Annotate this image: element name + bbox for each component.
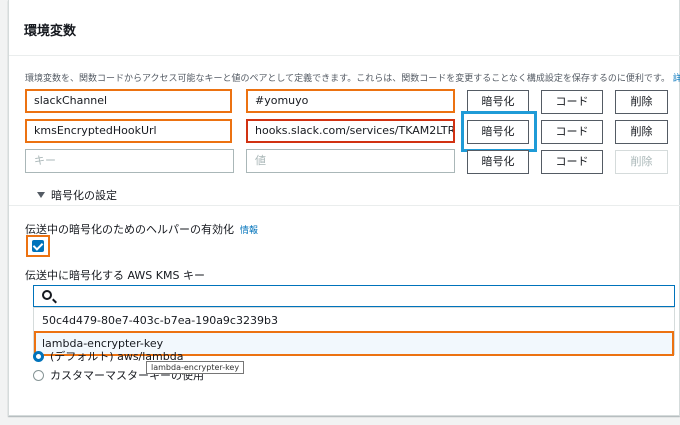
title-divider bbox=[9, 55, 680, 56]
helper-label: 伝送中の暗号化のためのヘルパーの有効化 情報 bbox=[25, 221, 258, 237]
helper-checkbox[interactable] bbox=[32, 240, 44, 252]
encrypt-button-new[interactable]: 暗号化 bbox=[467, 150, 529, 174]
caret-down-icon bbox=[37, 192, 45, 198]
info-link[interactable]: 情報 bbox=[240, 226, 258, 236]
description-text: 環境変数を、関数コードからアクセス可能なキーと値のペアとして定義できます。これら… bbox=[25, 74, 671, 84]
encrypt-button-2[interactable]: 暗号化 bbox=[467, 120, 529, 144]
env-key-field-2[interactable]: kmsEncryptedHookUrl bbox=[25, 119, 232, 143]
search-icon bbox=[42, 290, 52, 300]
helper-checkbox-highlight bbox=[26, 235, 50, 257]
description: 環境変数を、関数コードからアクセス可能なキーと値のペアとして定義できます。これら… bbox=[25, 71, 680, 84]
code-button-2[interactable]: コード bbox=[541, 120, 603, 144]
description-link[interactable]: 詳細 bbox=[673, 74, 680, 84]
environment-variables-panel: 環境変数 環境変数を、関数コードからアクセス可能なキーと値のペアとして定義できま… bbox=[8, 0, 680, 416]
delete-button-2[interactable]: 削除 bbox=[615, 120, 668, 144]
radio-custom-icon bbox=[33, 370, 44, 381]
env-key-field-1[interactable]: slackChannel bbox=[25, 89, 232, 113]
code-button-new[interactable]: コード bbox=[541, 150, 603, 174]
env-value-field-new[interactable]: 値 bbox=[246, 149, 455, 173]
delete-button-new: 削除 bbox=[615, 150, 668, 174]
kms-key-label: 伝送中に暗号化する AWS KMS キー bbox=[25, 269, 205, 282]
env-key-field-new[interactable]: キー bbox=[25, 149, 234, 173]
env-value-field-2[interactable]: hooks.slack.com/services/TKAM2LTR8/BK bbox=[246, 119, 455, 143]
helper-label-text: 伝送中の暗号化のためのヘルパーの有効化 bbox=[25, 223, 234, 236]
delete-button-1[interactable]: 削除 bbox=[615, 90, 668, 114]
option-tooltip: lambda-encrypter-key bbox=[146, 361, 245, 374]
encryption-settings-toggle[interactable]: 暗号化の設定 bbox=[37, 187, 117, 203]
kms-key-search-input[interactable] bbox=[33, 285, 675, 307]
code-button-1[interactable]: コード bbox=[541, 90, 603, 114]
radio-default-icon bbox=[33, 351, 44, 362]
env-value-field-1[interactable]: #yomuyo bbox=[246, 89, 455, 113]
settings-divider bbox=[9, 205, 680, 206]
panel-title: 環境変数 bbox=[24, 24, 77, 39]
encryption-settings-label: 暗号化の設定 bbox=[51, 189, 117, 202]
kms-key-option-1[interactable]: 50c4d479-80e7-403c-b7ea-190a9c3239b3 bbox=[34, 311, 674, 331]
